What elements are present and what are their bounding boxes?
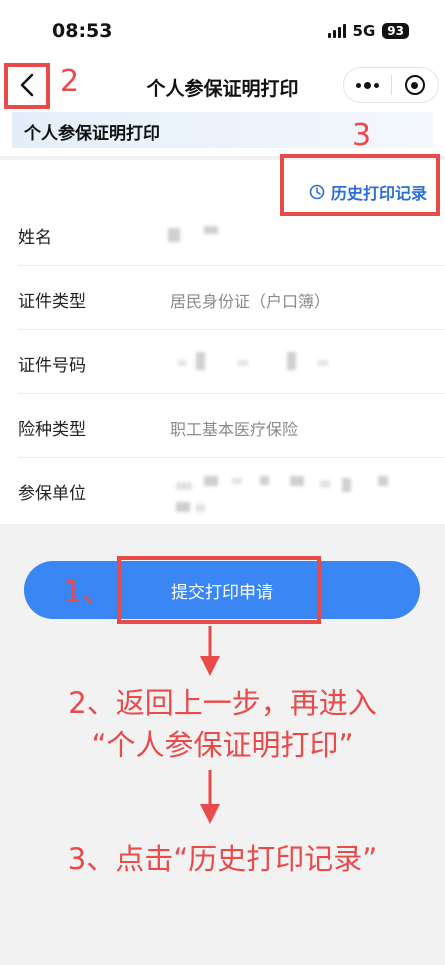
redacted-text [290, 476, 304, 486]
redacted-text [204, 226, 218, 234]
redacted-text [378, 476, 388, 486]
annotation-step2-line1: 2、返回上一步，再进入 [68, 686, 377, 720]
annotation-number-submit: 1、 [63, 575, 113, 610]
down-arrow-icon [200, 626, 220, 676]
annotation-box-back [4, 63, 50, 109]
form-row-employer: 参保单位 [0, 458, 445, 522]
redacted-text [204, 476, 218, 486]
redacted-text [232, 478, 242, 484]
redacted-text [168, 228, 180, 242]
annotation-step2-line2: “个人参保证明打印” [91, 728, 354, 762]
field-label: 姓名 [18, 228, 52, 248]
section-title: 个人参保证明打印 [24, 124, 160, 144]
redacted-text [238, 360, 248, 366]
down-arrow-icon [200, 770, 220, 824]
more-dots-icon [355, 81, 379, 89]
redacted-text [176, 482, 192, 490]
annotation-box-history [280, 154, 440, 216]
section-header: 个人参保证明打印 [0, 112, 445, 156]
field-label: 证件号码 [18, 356, 86, 376]
annotation-number-history: 3 [352, 118, 372, 153]
close-miniprogram-button[interactable] [392, 68, 439, 102]
redacted-text [318, 360, 328, 366]
signal-icon [327, 24, 346, 38]
field-value: 居民身份证（户口簿） [170, 292, 331, 311]
form-row-id-type: 证件类型 居民身份证（户口簿） [0, 266, 445, 330]
field-label: 险种类型 [18, 420, 86, 440]
field-label: 证件类型 [18, 292, 86, 312]
redacted-text [196, 352, 205, 370]
network-type: 5G [352, 22, 376, 40]
redacted-text [196, 504, 205, 512]
target-icon [404, 75, 425, 95]
form-row-id-number: 证件号码 [0, 330, 445, 394]
redacted-text [178, 360, 186, 366]
redacted-text [176, 502, 190, 512]
status-indicators: 5G 93 [327, 22, 409, 40]
annotation-box-submit [117, 556, 321, 624]
redacted-text [320, 480, 330, 488]
battery-icon: 93 [382, 23, 409, 39]
redacted-text [342, 478, 351, 492]
miniprogram-capsule [343, 67, 439, 103]
redacted-text [287, 352, 296, 370]
annotation-step3: 3、点击“历史打印记录” [67, 842, 378, 876]
status-time: 08:53 [52, 20, 113, 42]
field-label: 参保单位 [18, 484, 86, 504]
redacted-text [260, 476, 269, 485]
more-button[interactable] [344, 68, 391, 102]
annotation-number-back: 2 [60, 64, 80, 99]
field-value: 职工基本医疗保险 [170, 420, 299, 439]
form-row-insurance-type: 险种类型 职工基本医疗保险 [0, 394, 445, 458]
status-bar: 08:53 5G 93 [0, 0, 445, 62]
